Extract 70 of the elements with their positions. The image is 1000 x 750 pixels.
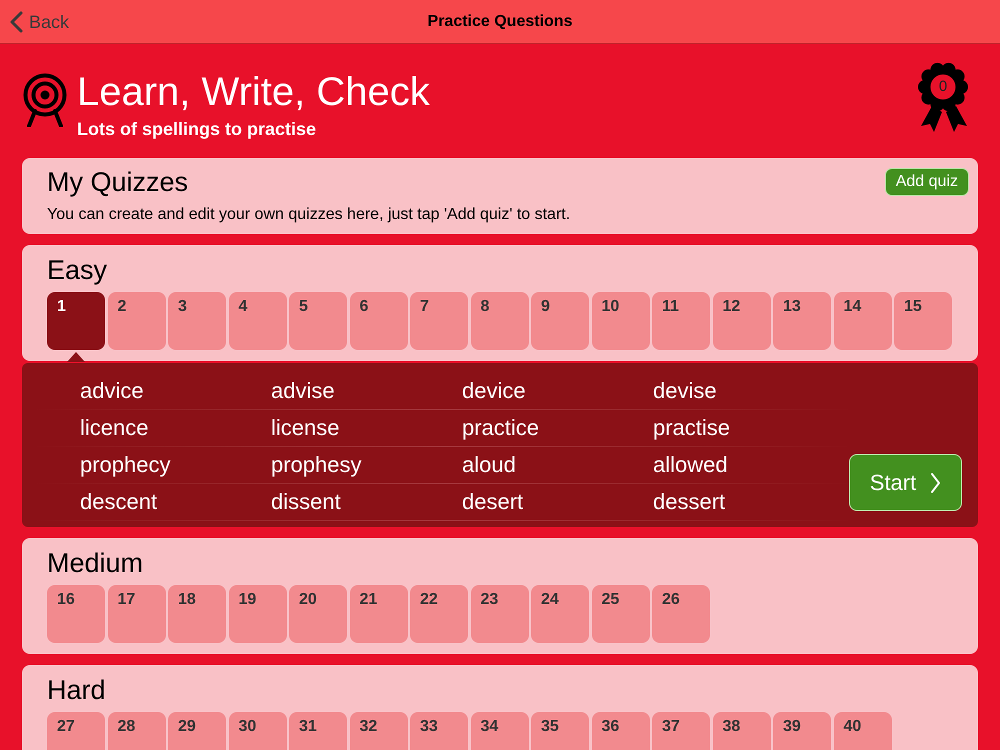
word-text: descent <box>80 488 158 516</box>
quiz-tile[interactable]: 15 <box>894 292 952 350</box>
section-description: You can create and edit your own quizzes here, just tap 'Add quiz' to start. <box>47 205 572 225</box>
quiz-tile[interactable]: 14 <box>834 292 892 350</box>
word-text: device <box>462 377 527 405</box>
section-title: My Quizzes <box>47 166 188 198</box>
quiz-tile[interactable]: 38 <box>712 712 770 750</box>
quiz-tile[interactable]: 32 <box>350 712 408 750</box>
word-text: dessert <box>653 488 726 516</box>
word-text: practise <box>653 414 732 442</box>
quiz-tile[interactable]: 40 <box>834 712 892 750</box>
chevron-left-icon <box>10 11 23 33</box>
quiz-tile[interactable]: 36 <box>592 712 650 750</box>
quiz-tile[interactable]: 29 <box>168 712 226 750</box>
quiz-tile[interactable]: 34 <box>470 712 528 750</box>
quiz-tile[interactable]: 33 <box>410 712 468 750</box>
start-button[interactable]: Start <box>849 454 962 511</box>
word-text: desert <box>462 488 524 516</box>
quiz-tile[interactable]: 39 <box>773 712 831 750</box>
word-text: prophecy <box>80 451 172 479</box>
word-text: allowed <box>653 451 729 479</box>
app-title: Learn, Write, Check <box>77 72 430 112</box>
quiz-tile[interactable]: 10 <box>592 292 650 350</box>
quiz-tile[interactable]: 37 <box>652 712 710 750</box>
quiz-tile[interactable]: 18 <box>168 585 226 643</box>
target-icon <box>22 73 68 127</box>
quiz-tile[interactable]: 28 <box>108 712 166 750</box>
quiz-tile[interactable]: 5 <box>289 292 347 350</box>
app-subtitle: Lots of spellings to practise <box>77 118 318 140</box>
word-text: license <box>271 414 340 442</box>
word-text: dissent <box>271 488 342 516</box>
page-title: Practice Questions <box>428 12 572 32</box>
quiz-tile[interactable]: 21 <box>350 585 408 643</box>
quiz-tile[interactable]: 9 <box>531 292 589 350</box>
quiz-tile[interactable]: 6 <box>350 292 408 350</box>
word-text: advice <box>80 377 145 405</box>
chevron-right-icon <box>930 472 942 494</box>
word-text: licence <box>80 414 150 442</box>
quiz-tile[interactable]: 8 <box>470 292 528 350</box>
quiz-tile[interactable]: 7 <box>410 292 468 350</box>
quiz-tile[interactable]: 2 <box>108 292 166 350</box>
award-count: 0 <box>938 77 948 97</box>
quiz-tile[interactable]: 23 <box>470 585 528 643</box>
quiz-tile[interactable]: 30 <box>228 712 286 750</box>
word-text: devise <box>653 377 718 405</box>
level-title: Easy <box>47 254 108 287</box>
quiz-tile[interactable]: 17 <box>108 585 166 643</box>
add-quiz-button[interactable]: Add quiz <box>884 168 969 196</box>
quiz-tile[interactable]: 4 <box>228 292 286 350</box>
quiz-tile[interactable]: 3 <box>168 292 226 350</box>
quiz-tile[interactable]: 13 <box>773 292 831 350</box>
word-text: practice <box>462 414 540 442</box>
quiz-tile[interactable]: 22 <box>410 585 468 643</box>
quiz-tile[interactable]: 25 <box>592 585 650 643</box>
quiz-tile[interactable]: 12 <box>712 292 770 350</box>
quiz-tile[interactable]: 31 <box>289 712 347 750</box>
quiz-tile[interactable]: 26 <box>652 585 710 643</box>
quiz-tile[interactable]: 24 <box>531 585 589 643</box>
quiz-tile[interactable]: 16 <box>47 585 105 643</box>
back-button[interactable]: Back <box>10 8 70 36</box>
quiz-tile[interactable]: 11 <box>652 292 710 350</box>
quiz-tile[interactable]: 35 <box>531 712 589 750</box>
level-title: Hard <box>47 674 107 707</box>
quiz-tile[interactable]: 19 <box>228 585 286 643</box>
quiz-tile[interactable]: 27 <box>47 712 105 750</box>
word-text: prophesy <box>271 451 363 479</box>
level-title: Medium <box>47 547 144 580</box>
quiz-tile[interactable]: 20 <box>289 585 347 643</box>
word-text: advise <box>271 377 336 405</box>
word-text: aloud <box>462 451 517 479</box>
